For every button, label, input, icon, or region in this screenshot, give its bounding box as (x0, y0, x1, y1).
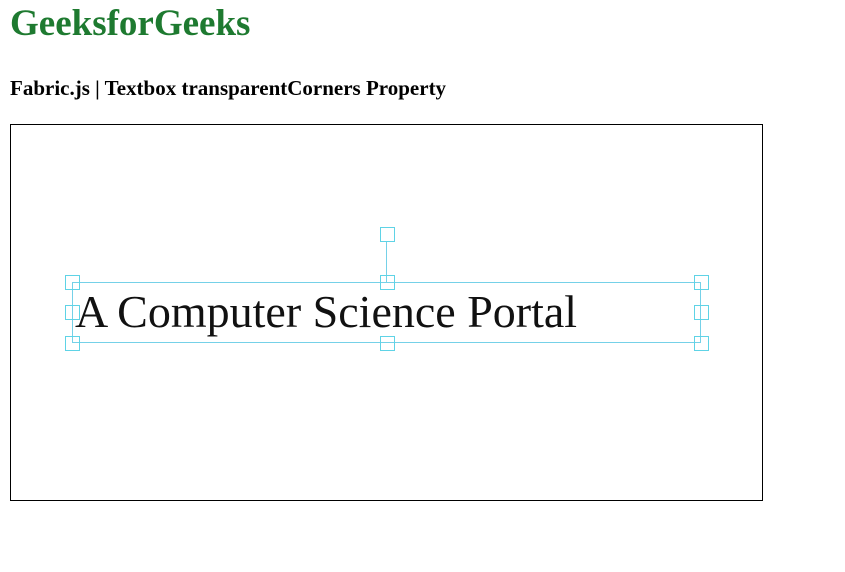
edge-handle-middle-right[interactable] (694, 305, 709, 320)
page-subtitle: Fabric.js | Textbox transparentCorners P… (10, 76, 447, 100)
page-brand-title: GeeksforGeeks (10, 3, 251, 44)
edge-handle-top-middle[interactable] (380, 275, 395, 290)
corner-handle-top-left[interactable] (65, 275, 80, 290)
fabric-canvas[interactable]: A Computer Science Portal (10, 124, 763, 501)
edge-handle-bottom-middle[interactable] (380, 336, 395, 351)
rotation-handle[interactable] (380, 227, 395, 242)
selection-border (72, 282, 701, 343)
corner-handle-top-right[interactable] (694, 275, 709, 290)
corner-handle-bottom-right[interactable] (694, 336, 709, 351)
edge-handle-middle-left[interactable] (65, 305, 80, 320)
corner-handle-bottom-left[interactable] (65, 336, 80, 351)
